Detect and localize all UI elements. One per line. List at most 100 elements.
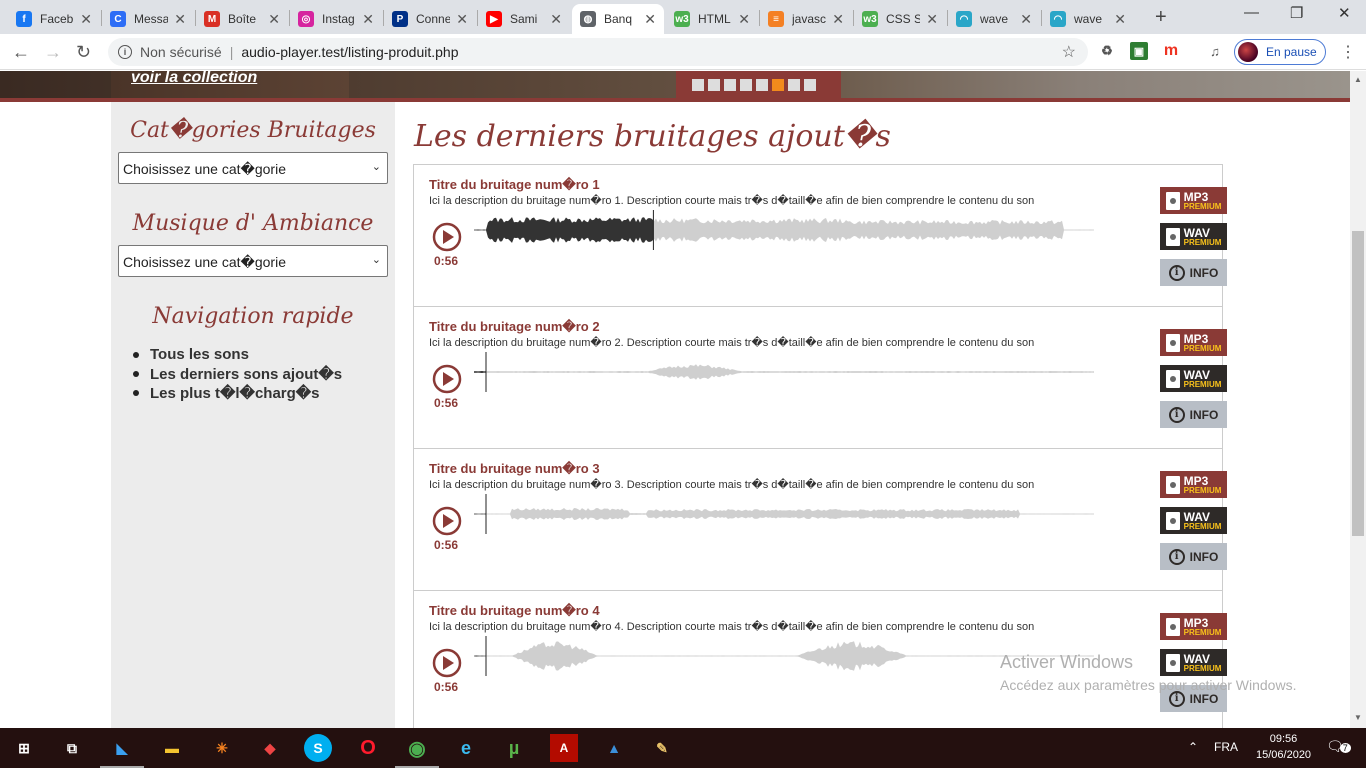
download-mp3-button[interactable]: MP3 PREMIUM [1160, 471, 1227, 498]
quick-nav-all-sounds[interactable]: Tous les sons [133, 345, 342, 364]
forward-button[interactable]: → [44, 42, 62, 63]
quick-nav-latest[interactable]: Les derniers sons ajout�s [133, 364, 342, 383]
extension-m-icon[interactable]: m [1162, 42, 1180, 60]
task-view-icon[interactable]: ⧉ [58, 734, 86, 762]
photos-icon[interactable]: ▲ [600, 734, 628, 762]
carousel-dot[interactable] [708, 79, 720, 91]
download-mp3-button[interactable]: MP3 PREMIUM [1160, 187, 1227, 214]
chrome-icon[interactable]: ◉ [395, 734, 439, 768]
notifications-icon[interactable]: 🗨7 [1326, 738, 1351, 755]
file-explorer-icon[interactable]: ▬ [158, 734, 186, 762]
opera-icon[interactable]: O [354, 734, 382, 762]
browser-tab[interactable]: w3 CSS S ✕ [854, 4, 946, 34]
view-collection-link[interactable]: voir la collection [131, 71, 257, 87]
browser-tab[interactable]: P Conne ✕ [384, 4, 476, 34]
acrobat-icon[interactable]: A [550, 734, 578, 762]
utorrent-icon[interactable]: µ [500, 734, 528, 762]
xampp-icon[interactable]: ✳ [208, 734, 236, 762]
browser-tab[interactable]: f Faceb ✕ [8, 4, 100, 34]
browser-tab[interactable]: M Boîte ✕ [196, 4, 288, 34]
skype-icon[interactable]: S [304, 734, 332, 762]
edge-icon[interactable]: e [452, 734, 480, 762]
browser-tab[interactable]: ◍ Banq ✕ [572, 4, 664, 34]
paint-icon[interactable]: ✎ [648, 734, 676, 762]
ambiance-select[interactable]: Choisissez une cat�gorie ⌄ [118, 245, 388, 277]
play-button[interactable] [432, 364, 462, 394]
close-tab-icon[interactable]: ✕ [362, 11, 374, 28]
play-button[interactable] [432, 506, 462, 536]
watermark-subtitle: Accédez aux paramètres pour activer Wind… [1000, 677, 1297, 693]
close-tab-icon[interactable]: ✕ [1020, 11, 1032, 28]
carousel-dot[interactable] [724, 79, 736, 91]
browser-tab[interactable]: C Messa ✕ [102, 4, 194, 34]
extension-recycle-icon[interactable]: ♻ [1098, 42, 1116, 60]
close-tab-icon[interactable]: ✕ [738, 11, 750, 28]
system-clock[interactable]: 09:56 15/06/2020 [1256, 731, 1311, 763]
close-tab-icon[interactable]: ✕ [550, 11, 562, 28]
close-tab-icon[interactable]: ✕ [644, 11, 656, 28]
close-tab-icon[interactable]: ✕ [456, 11, 468, 28]
vscode-icon[interactable]: ◣ [100, 734, 144, 768]
download-wav-button[interactable]: WAV PREMIUM [1160, 365, 1227, 392]
play-button[interactable] [432, 222, 462, 252]
scroll-down-icon[interactable]: ▼ [1354, 713, 1362, 722]
page-scrollbar[interactable]: ▲ ▼ [1350, 71, 1366, 728]
info-button[interactable]: i INFO [1160, 259, 1227, 286]
reload-button[interactable]: ↻ [76, 42, 91, 63]
carousel-dot[interactable] [804, 79, 816, 91]
scrollbar-thumb[interactable] [1352, 231, 1364, 536]
language-indicator[interactable]: FRA [1214, 740, 1238, 754]
premium-label: PREMIUM [1183, 627, 1222, 637]
waveform[interactable] [474, 494, 1094, 534]
premium-label: PREMIUM [1183, 201, 1222, 211]
browser-menu-icon[interactable]: ⋮ [1340, 42, 1356, 62]
extension-square-icon[interactable]: ▣ [1130, 42, 1148, 60]
omnibox[interactable]: i Non sécurisé | audio-player.test/listi… [108, 38, 1088, 66]
git-icon[interactable]: ◆ [256, 734, 284, 762]
close-tab-icon[interactable]: ✕ [80, 11, 92, 28]
tray-expand-icon[interactable]: ⌃ [1188, 740, 1198, 754]
carousel-dot[interactable] [740, 79, 752, 91]
close-window-button[interactable]: ✕ [1338, 4, 1351, 22]
back-button[interactable]: ← [12, 42, 30, 63]
carousel-dot[interactable] [772, 79, 784, 91]
download-mp3-button[interactable]: MP3 PREMIUM [1160, 613, 1227, 640]
browser-tab[interactable]: ◠ wave ✕ [1042, 4, 1134, 34]
restore-button[interactable]: ❐ [1290, 4, 1303, 22]
download-wav-button[interactable]: WAV PREMIUM [1160, 507, 1227, 534]
carousel-dot[interactable] [756, 79, 768, 91]
browser-tab[interactable]: ◎ Instag ✕ [290, 4, 382, 34]
windows-start-icon[interactable]: ⊞ [10, 734, 38, 762]
browser-tab[interactable]: w3 HTML ✕ [666, 4, 758, 34]
scroll-up-icon[interactable]: ▲ [1354, 75, 1362, 84]
close-tab-icon[interactable]: ✕ [926, 11, 938, 28]
close-tab-icon[interactable]: ✕ [174, 11, 186, 28]
play-button[interactable] [432, 648, 462, 678]
minimize-button[interactable]: — [1244, 4, 1259, 21]
quick-nav-most-downloaded[interactable]: Les plus t�l�charg�s [133, 383, 342, 402]
download-mp3-button[interactable]: MP3 PREMIUM [1160, 329, 1227, 356]
categories-select[interactable]: Choisissez une cat�gorie ⌄ [118, 152, 388, 184]
premium-label: PREMIUM [1183, 485, 1222, 495]
bookmark-star-icon[interactable]: ☆ [1062, 42, 1076, 62]
browser-tab[interactable]: ◠ wave ✕ [948, 4, 1040, 34]
browser-tab[interactable]: ≡ javasc ✕ [760, 4, 852, 34]
close-tab-icon[interactable]: ✕ [268, 11, 280, 28]
mp3-label: MP3 [1183, 189, 1209, 204]
tab-title: Instag [322, 12, 355, 26]
info-button[interactable]: i INFO [1160, 401, 1227, 428]
browser-tab[interactable]: ▶ Sami ✕ [478, 4, 570, 34]
close-tab-icon[interactable]: ✕ [832, 11, 844, 28]
download-wav-button[interactable]: WAV PREMIUM [1160, 223, 1227, 250]
new-tab-button[interactable]: + [1155, 6, 1167, 29]
profile-button[interactable]: En pause [1234, 39, 1326, 65]
info-button[interactable]: i INFO [1160, 543, 1227, 570]
carousel-dot[interactable] [788, 79, 800, 91]
close-tab-icon[interactable]: ✕ [1114, 11, 1126, 28]
waveform[interactable] [474, 210, 1094, 250]
chevron-down-icon: ⌄ [371, 161, 381, 173]
media-control-icon[interactable]: ♫ [1206, 42, 1224, 60]
site-info-icon[interactable]: i [118, 45, 132, 59]
waveform[interactable] [474, 352, 1094, 392]
carousel-dot[interactable] [692, 79, 704, 91]
